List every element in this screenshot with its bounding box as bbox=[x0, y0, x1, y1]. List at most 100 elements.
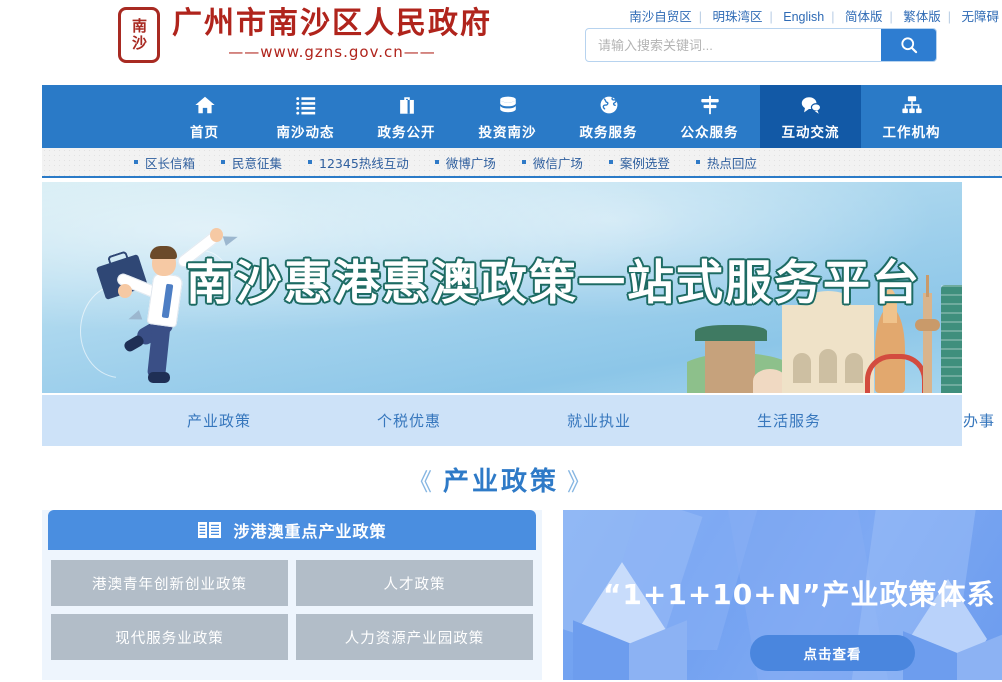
nav-item-news[interactable]: 南沙动态 bbox=[255, 85, 356, 148]
top-link-separator: | bbox=[831, 10, 835, 24]
top-link-mingzhuwan[interactable]: 明珠湾区 bbox=[706, 10, 770, 24]
top-link-separator: | bbox=[698, 10, 703, 24]
decor-cube bbox=[903, 578, 1002, 680]
nav-item-government-services[interactable]: 政务服务 bbox=[558, 85, 659, 148]
top-link-separator: | bbox=[769, 10, 773, 24]
bullet-icon bbox=[521, 160, 526, 164]
top-link-traditional[interactable]: 繁体版 bbox=[896, 10, 948, 24]
subnav-item-hotline[interactable]: 12345热线互动 bbox=[308, 153, 409, 172]
policy-button-talent[interactable]: 人才政策 bbox=[296, 560, 533, 606]
bullet-icon bbox=[695, 160, 700, 164]
policy-system-banner[interactable]: “1+1+10+N”产业政策体系 点击查看 bbox=[563, 510, 1002, 680]
subnav-item-hot-response[interactable]: 热点回应 bbox=[695, 153, 757, 172]
top-link-accessibility[interactable]: 无障碍 bbox=[954, 10, 1002, 24]
nav-item-organizations[interactable]: 工作机构 bbox=[861, 85, 962, 148]
top-link-english[interactable]: English bbox=[776, 10, 831, 24]
open-book-icon bbox=[197, 520, 223, 540]
database-icon bbox=[496, 93, 520, 117]
nav-label: 互动交流 bbox=[781, 124, 840, 141]
section-title: 《产业政策》 bbox=[0, 461, 1002, 498]
paper-plane-icon bbox=[126, 310, 143, 324]
policy-button-youth-innovation[interactable]: 港澳青年创新创业政策 bbox=[51, 560, 288, 606]
nav-item-public-services[interactable]: 公众服务 bbox=[659, 85, 760, 148]
page-title: 广州市南沙区人民政府 bbox=[172, 6, 492, 41]
subnav-label: 民意征集 bbox=[232, 155, 283, 171]
view-details-button[interactable]: 点击查看 bbox=[750, 635, 915, 671]
subnav-item-opinion[interactable]: 民意征集 bbox=[221, 153, 282, 172]
org-chart-icon bbox=[900, 93, 924, 117]
subnav-item-weibo[interactable]: 微博广场 bbox=[434, 153, 496, 172]
site-url: ——www.gzns.gov.cn—— bbox=[228, 43, 436, 61]
hand-down bbox=[118, 284, 132, 298]
policy-card-left: 涉港澳重点产业政策 港澳青年创新创业政策 人才政策 现代服务业政策 人力资源产业… bbox=[42, 510, 542, 680]
policy-button-modern-services[interactable]: 现代服务业政策 bbox=[51, 614, 288, 660]
site-logo[interactable]: 南 沙 广州市南沙区人民政府 ——www.gzns.gov.cn—— bbox=[118, 7, 492, 63]
subnav-label: 区长信箱 bbox=[145, 155, 196, 171]
subnav-label: 案例选登 bbox=[619, 155, 670, 171]
macau-tower-pod bbox=[915, 319, 940, 331]
top-link-separator: | bbox=[947, 10, 951, 24]
tab-industry-policy[interactable]: 产业政策 bbox=[124, 410, 314, 431]
main-navigation: 首页 南沙动态 政务公开 投资南沙 政务服务 公众服务 互动交流 工作机构 bbox=[42, 85, 1002, 148]
red-arch bbox=[865, 354, 927, 393]
bullet-icon bbox=[221, 160, 226, 164]
policy-card-header[interactable]: 涉港澳重点产业政策 bbox=[48, 510, 536, 550]
search-icon bbox=[900, 37, 917, 54]
nav-item-investment[interactable]: 投资南沙 bbox=[457, 85, 558, 148]
nav-item-government-affairs[interactable]: 政务公开 bbox=[356, 85, 457, 148]
nav-item-interaction[interactable]: 互动交流 bbox=[760, 85, 861, 148]
ruins-window bbox=[819, 349, 837, 383]
chinese-gate bbox=[705, 337, 755, 393]
subnav-item-wechat[interactable]: 微信广场 bbox=[521, 153, 583, 172]
bank-of-china-tower-lines bbox=[941, 285, 962, 393]
policy-system-title: “1+1+10+N”产业政策体系 bbox=[603, 578, 996, 611]
policy-card-title: 涉港澳重点产业政策 bbox=[233, 522, 387, 541]
subnav-label: 12345热线互动 bbox=[319, 155, 409, 171]
title-mark-left: 《 bbox=[407, 468, 435, 496]
nav-left-spacer bbox=[42, 85, 154, 148]
tab-tax-benefit[interactable]: 个税优惠 bbox=[314, 410, 504, 431]
seal-char-1: 南 bbox=[131, 17, 147, 35]
bullet-icon bbox=[608, 160, 613, 164]
list-icon bbox=[294, 93, 318, 117]
nav-label: 南沙动态 bbox=[276, 124, 335, 141]
globe-icon bbox=[597, 93, 621, 117]
nav-item-home[interactable]: 首页 bbox=[154, 85, 255, 148]
top-link-simplified[interactable]: 简体版 bbox=[838, 10, 890, 24]
top-utility-links: 南沙自贸区 | 明珠湾区 | English | 简体版 | 繁体版 | 无障碍 bbox=[622, 6, 1002, 25]
bullet-icon bbox=[434, 160, 439, 164]
subnav-label: 微信广场 bbox=[532, 155, 583, 171]
briefcase-icon bbox=[395, 93, 419, 117]
seal-char-2: 沙 bbox=[131, 34, 147, 52]
subnav-item-mailbox[interactable]: 区长信箱 bbox=[134, 153, 195, 172]
top-link-separator: | bbox=[889, 10, 893, 24]
banner-headline: 南沙惠港惠澳政策一站式服务平台 bbox=[186, 256, 921, 311]
tab-affairs[interactable]: 办事 bbox=[884, 410, 1002, 431]
subnav-label: 微博广场 bbox=[445, 155, 496, 171]
shoe-front bbox=[148, 372, 170, 383]
nav-label: 投资南沙 bbox=[478, 124, 537, 141]
government-seal-icon: 南 沙 bbox=[118, 7, 160, 63]
ruins-window bbox=[845, 353, 863, 383]
tab-employment[interactable]: 就业执业 bbox=[504, 410, 694, 431]
subnav-item-cases[interactable]: 案例选登 bbox=[608, 153, 670, 172]
nav-label: 公众服务 bbox=[680, 124, 739, 141]
nav-label: 政务公开 bbox=[377, 124, 436, 141]
signpost-icon bbox=[698, 93, 722, 117]
sub-navigation-inner: 区长信箱 民意征集 12345热线互动 微博广场 微信广场 案例选登 热点回应 bbox=[42, 153, 783, 172]
policy-button-hr-park[interactable]: 人力资源产业园政策 bbox=[296, 614, 533, 660]
shoe-back bbox=[122, 333, 146, 354]
hair bbox=[150, 246, 177, 259]
search-box[interactable] bbox=[585, 28, 937, 62]
tab-life-services[interactable]: 生活服务 bbox=[694, 410, 884, 431]
nav-label: 政务服务 bbox=[579, 124, 638, 141]
section-title-text: 产业政策 bbox=[442, 467, 559, 497]
sub-navigation: 区长信箱 民意征集 12345热线互动 微博广场 微信广场 案例选登 热点回应 bbox=[42, 148, 1002, 178]
search-input[interactable] bbox=[586, 29, 881, 61]
top-link-nanshafta[interactable]: 南沙自贸区 bbox=[622, 10, 699, 24]
title-mark-right: 》 bbox=[567, 468, 594, 496]
gate-roof bbox=[695, 325, 767, 341]
policy-button-grid: 港澳青年创新创业政策 人才政策 现代服务业政策 人力资源产业园政策 bbox=[42, 550, 542, 660]
category-tab-bar: 产业政策 个税优惠 就业执业 生活服务 办事 bbox=[42, 395, 994, 446]
search-button[interactable] bbox=[881, 29, 936, 61]
